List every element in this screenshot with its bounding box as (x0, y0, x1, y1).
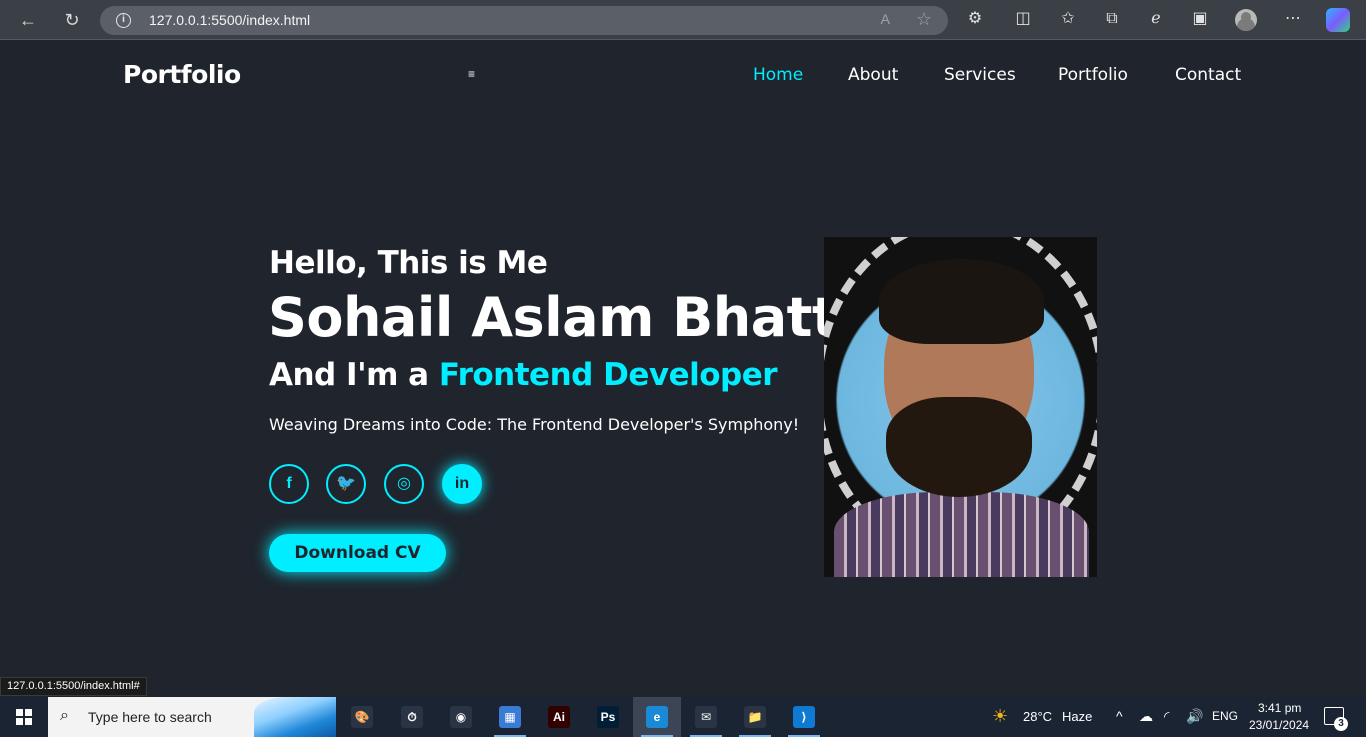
search-highlight-art (254, 697, 336, 737)
refresh-icon[interactable]: ↻ (60, 8, 84, 32)
split-screen-icon[interactable]: ◫ (1013, 9, 1033, 29)
vscode-icon: ⟩ (793, 706, 815, 728)
status-link-url: 127.0.0.1:5500/index.html# (0, 677, 147, 696)
hero-tagline: Weaving Dreams into Code: The Frontend D… (269, 415, 800, 434)
browser-toolbar: ← ↻ i 127.0.0.1:5500/index.html A ☆ ⚙ ◫ … (0, 0, 1366, 40)
clock-time[interactable]: 3:41 pm (1258, 701, 1301, 715)
read-aloud-icon[interactable]: A (881, 11, 890, 27)
hero-name: Sohail Aslam Bhatti (268, 286, 856, 349)
favorite-star-icon[interactable]: ☆ (916, 9, 932, 30)
language-indicator[interactable]: ENG (1212, 709, 1238, 723)
linkedin-icon[interactable]: in (442, 464, 482, 504)
favorites-icon[interactable]: ✩ (1058, 9, 1078, 29)
profile-photo (824, 237, 1097, 577)
role-highlight: Frontend Developer (438, 357, 778, 393)
profile-avatar[interactable] (1235, 9, 1257, 31)
clock-date[interactable]: 23/01/2024 (1249, 718, 1309, 732)
extensions-icon[interactable]: ⚙ (965, 9, 985, 29)
nav-home[interactable]: Home (753, 65, 803, 85)
start-button[interactable] (0, 697, 48, 737)
taskbar-app-vscode[interactable]: ⟩ (780, 697, 828, 737)
photoshop-icon: Ps (597, 706, 619, 728)
file-explorer-icon: 📁 (744, 706, 766, 728)
taskbar-app-control-panel[interactable]: ▦ (486, 697, 534, 737)
address-bar[interactable]: i 127.0.0.1:5500/index.html A ☆ (100, 6, 948, 35)
address-url[interactable]: 127.0.0.1:5500/index.html (149, 12, 310, 28)
hero-role: And I'm a Frontend Developer (269, 357, 778, 393)
menu-toggle-icon[interactable]: ≡ (468, 67, 475, 81)
site-logo[interactable]: Portfolio (123, 60, 241, 89)
site-info-icon[interactable]: i (116, 13, 131, 28)
show-hidden-icons-chevron-icon[interactable]: ^ (1116, 708, 1123, 724)
nav-contact[interactable]: Contact (1175, 65, 1241, 85)
collections-icon[interactable]: ⧉ (1102, 9, 1122, 29)
mail-icon: ✉ (695, 706, 717, 728)
taskbar-app-clock-app[interactable]: ⏱ (388, 697, 436, 737)
control-panel-icon: ▦ (499, 706, 521, 728)
role-prefix: And I'm a (269, 357, 439, 393)
clock-app-icon: ⏱ (401, 706, 423, 728)
notification-count: 3 (1334, 717, 1348, 731)
weather-icon[interactable]: ☀ (992, 706, 1008, 727)
more-options-icon[interactable]: ⋯ (1283, 9, 1303, 29)
taskbar-search[interactable]: ⌕ Type here to search (48, 697, 336, 737)
taskbar-app-illustrator[interactable]: Ai (535, 697, 583, 737)
instagram-icon[interactable]: ◎ (384, 464, 424, 504)
illustrator-icon: Ai (548, 706, 570, 728)
edge-bar-icon[interactable]: ℯ (1146, 9, 1166, 29)
taskbar: ⌕ Type here to search 🎨 ⏱ ◉ ▦ Ai Ps e ✉ 📁 ⟩ ☀ 28°… (0, 697, 1366, 737)
search-icon: ⌕ (60, 707, 69, 724)
taskbar-app-obs-app[interactable]: ◉ (437, 697, 485, 737)
windows-icon (16, 709, 32, 725)
onedrive-icon[interactable]: ☁ (1139, 708, 1153, 725)
wifi-icon[interactable]: ◜ (1164, 708, 1169, 725)
taskbar-app-photoshop[interactable]: Ps (584, 697, 632, 737)
sidebar-icon[interactable]: ▣ (1190, 9, 1210, 29)
edge-icon: e (646, 706, 668, 728)
search-placeholder: Type here to search (88, 709, 212, 725)
weather-desc[interactable]: Haze (1062, 709, 1092, 724)
weather-temp[interactable]: 28°C (1023, 709, 1052, 724)
download-cv-button[interactable]: Download CV (269, 534, 446, 572)
taskbar-app-paint-app[interactable]: 🎨 (338, 697, 386, 737)
taskbar-app-mail[interactable]: ✉ (682, 697, 730, 737)
twitter-icon[interactable]: 🐦 (326, 464, 366, 504)
nav-portfolio[interactable]: Portfolio (1058, 65, 1128, 85)
volume-icon[interactable]: 🔊 (1186, 708, 1203, 725)
taskbar-app-edge[interactable]: e (633, 697, 681, 737)
copilot-icon[interactable] (1326, 8, 1350, 32)
nav-services[interactable]: Services (944, 65, 1016, 85)
facebook-icon[interactable]: f (269, 464, 309, 504)
paint-app-icon: 🎨 (351, 706, 373, 728)
nav-about[interactable]: About (848, 65, 898, 85)
hero-greeting: Hello, This is Me (269, 245, 548, 281)
taskbar-app-file-explorer[interactable]: 📁 (731, 697, 779, 737)
back-icon[interactable]: ← (16, 8, 40, 32)
obs-app-icon: ◉ (450, 706, 472, 728)
